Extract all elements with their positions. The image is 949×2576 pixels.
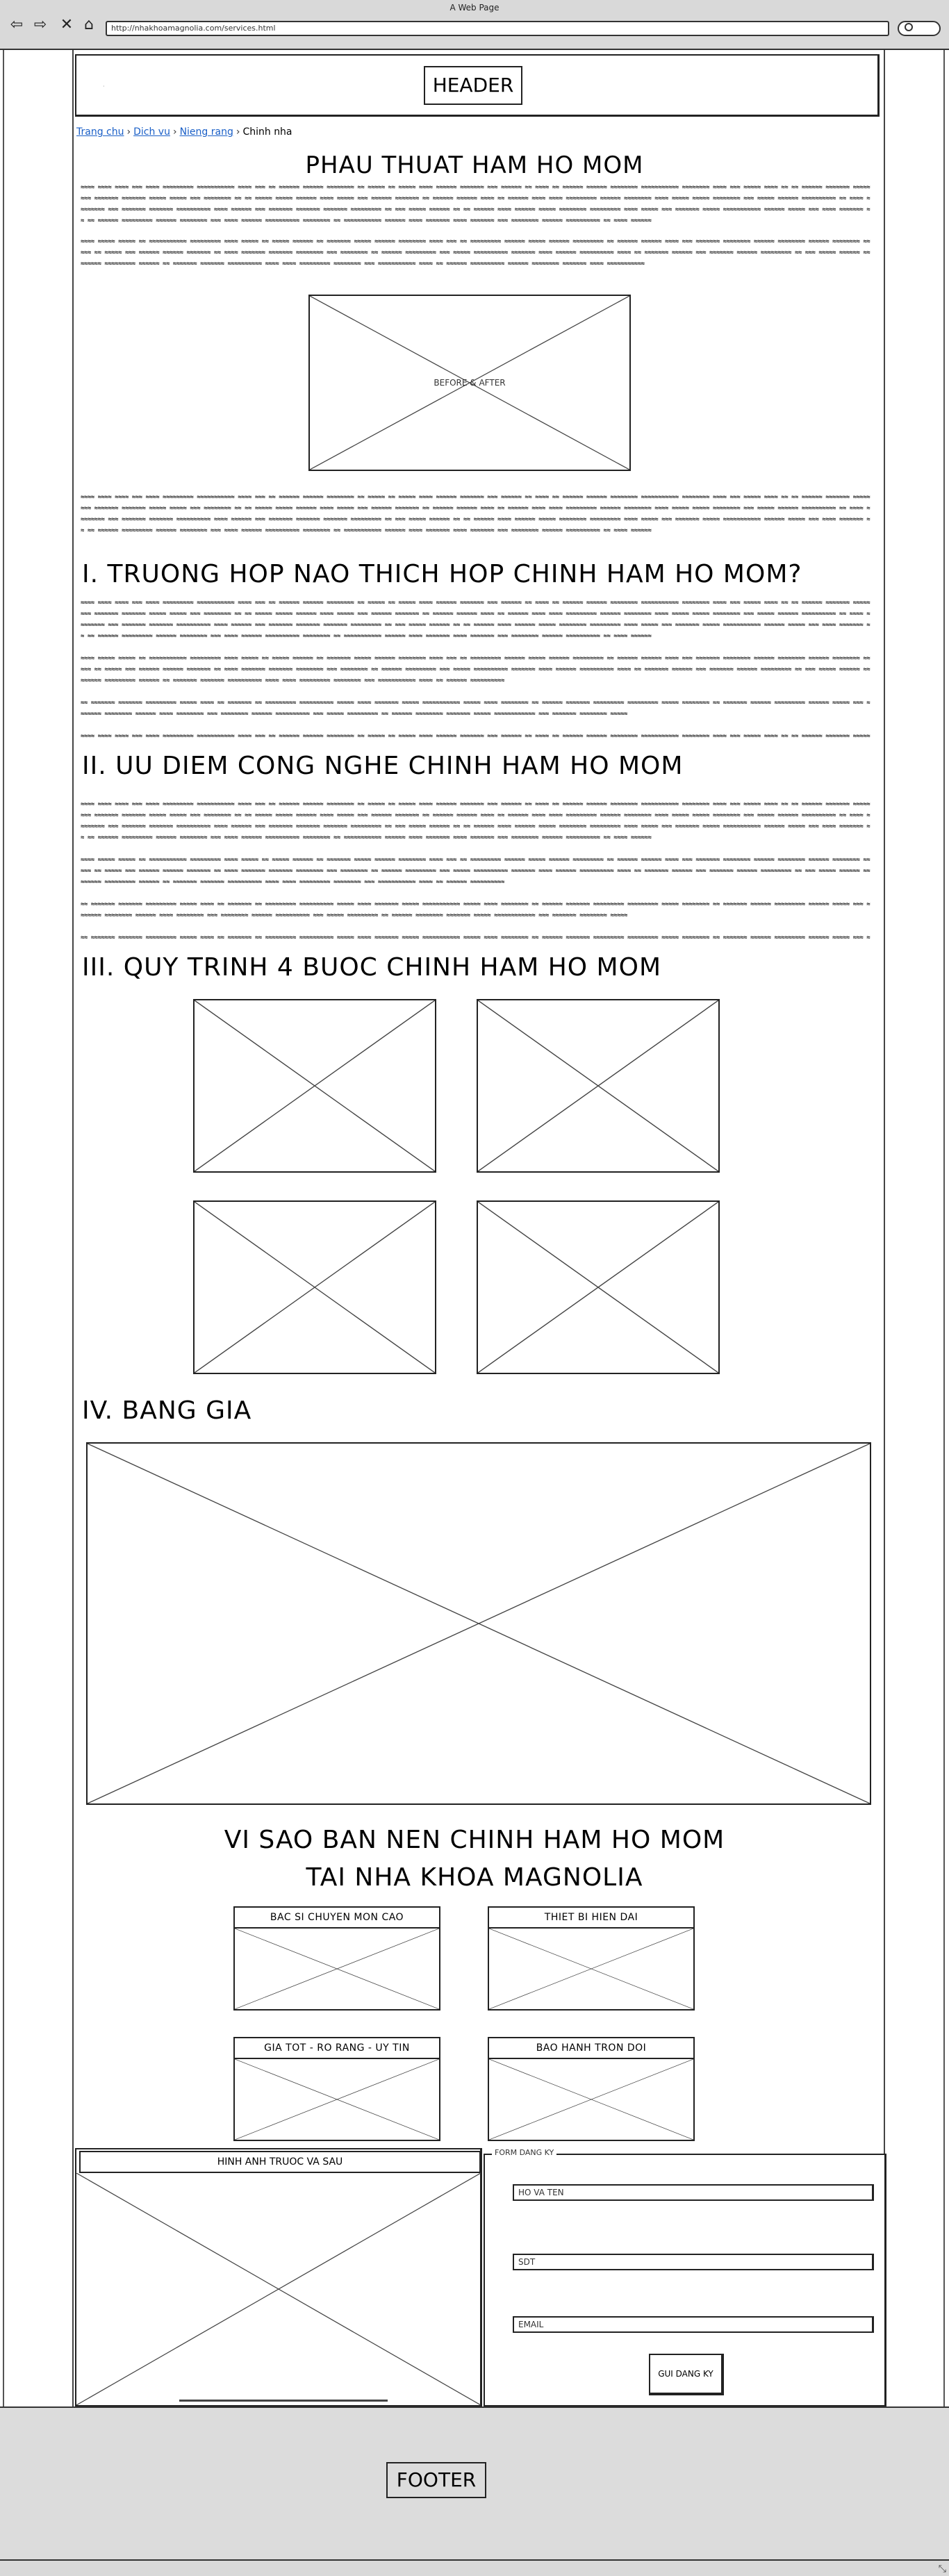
section-title-advantages: II. UU DIEM CONG NGHE CHINH HAM HO MOM: [82, 752, 684, 780]
placeholder-cross-icon: [76, 2173, 481, 2405]
process-step-image: [193, 1200, 436, 1374]
placeholder-cross-icon: [195, 1000, 435, 1171]
paragraph: ≈≈ ≈≈≈≈≈≈≈ ≈≈≈≈≈≈≈ ≈≈≈≈≈≈≈≈≈ ≈≈≈≈≈ ≈≈≈≈ …: [81, 901, 870, 919]
breadcrumb-current: Chinh nha: [242, 126, 292, 138]
form-legend: FORM DANG KY: [492, 2148, 557, 2157]
placeholder-cross-icon: [489, 1929, 693, 2009]
before-after-gallery[interactable]: HINH ANH TRUOC VA SAU: [75, 2148, 482, 2406]
placeholder-cross-icon: [478, 1000, 718, 1171]
reason-card-title: BAO HANH TRON DOI: [488, 2037, 695, 2059]
paragraph: ≈≈≈≈ ≈≈≈≈≈ ≈≈≈≈≈ ≈≈ ≈≈≈≈≈≈≈≈≈≈≈ ≈≈≈≈≈≈≈≈…: [81, 655, 870, 684]
email-field[interactable]: EMAIL: [513, 2316, 874, 2333]
page-border-left: [3, 50, 4, 2406]
breadcrumb: Trang chu › Dich vu › Nieng rang › Chinh nha: [76, 126, 292, 138]
header-label: HEADER: [424, 66, 522, 105]
reason-card: BAO HANH TRON DOI: [488, 2037, 695, 2141]
gallery-title: HINH ANH TRUOC VA SAU: [79, 2151, 481, 2173]
price-table-image: [86, 1442, 871, 1805]
paragraph: ≈≈≈≈ ≈≈≈≈≈ ≈≈≈≈≈ ≈≈ ≈≈≈≈≈≈≈≈≈≈≈ ≈≈≈≈≈≈≈≈…: [81, 857, 870, 886]
forward-arrow-icon[interactable]: ⇨: [32, 17, 49, 33]
paragraph: ≈≈≈≈ ≈≈≈≈≈ ≈≈≈≈≈ ≈≈ ≈≈≈≈≈≈≈≈≈≈≈ ≈≈≈≈≈≈≈≈…: [81, 238, 870, 267]
reason-card-title: THIET BI HIEN DAI: [488, 1906, 695, 1929]
section-title-process: III. QUY TRINH 4 BUOC CHINH HAM HO MOM: [82, 953, 662, 982]
phone-field[interactable]: SDT: [513, 2254, 874, 2270]
back-arrow-icon[interactable]: ⇦: [8, 17, 25, 33]
search-icon: [905, 23, 913, 31]
logo-placeholder: ·: [103, 83, 105, 90]
paragraph: ≈≈≈≈ ≈≈≈≈ ≈≈≈≈ ≈≈≈ ≈≈≈≈ ≈≈≈≈≈≈≈≈≈ ≈≈≈≈≈≈…: [81, 733, 870, 740]
name-field[interactable]: HO VA TEN: [513, 2184, 874, 2201]
breadcrumb-services[interactable]: Dich vu: [133, 126, 170, 138]
process-step-image: [193, 999, 436, 1173]
placeholder-cross-icon: [478, 1202, 718, 1373]
page-title: PHAU THUAT HAM HO MOM: [305, 151, 644, 179]
home-icon[interactable]: ⌂: [81, 17, 97, 33]
placeholder-cross-icon: [195, 1202, 435, 1373]
reason-card: BAC SI CHUYEN MON CAO: [233, 1906, 440, 2011]
placeholder-cross-icon: [235, 1929, 439, 2009]
submit-button[interactable]: GUI DANG KY: [649, 2354, 724, 2395]
url-bar[interactable]: http://nhakhoamagnolia.com/services.html: [106, 21, 889, 36]
process-step-image: [477, 999, 720, 1173]
section-title-pricing: IV. BANG GIA: [82, 1396, 252, 1425]
browser-search-box[interactable]: [898, 21, 941, 36]
paragraph: ≈≈ ≈≈≈≈≈≈≈ ≈≈≈≈≈≈≈ ≈≈≈≈≈≈≈≈≈ ≈≈≈≈≈ ≈≈≈≈ …: [81, 700, 870, 718]
why-title-line1: VI SAO BAN NEN CHINH HAM HO MOM: [224, 1826, 725, 1854]
paragraph: ≈≈ ≈≈≈≈≈≈≈ ≈≈≈≈≈≈≈ ≈≈≈≈≈≈≈≈≈ ≈≈≈≈≈ ≈≈≈≈ …: [81, 934, 870, 941]
close-icon[interactable]: ✕: [58, 17, 75, 33]
reason-card: THIET BI HIEN DAI: [488, 1906, 695, 2011]
footer-label: FOOTER: [386, 2462, 486, 2498]
paragraph: ≈≈≈≈ ≈≈≈≈ ≈≈≈≈ ≈≈≈ ≈≈≈≈ ≈≈≈≈≈≈≈≈≈ ≈≈≈≈≈≈…: [81, 494, 870, 534]
placeholder-cross-icon: [489, 2059, 693, 2140]
breadcrumb-braces[interactable]: Nieng rang: [180, 126, 233, 138]
reason-card: GIA TOT - RO RANG - UY TIN: [233, 2037, 440, 2141]
status-bar: ⤡: [0, 2559, 949, 2576]
reason-card-title: BAC SI CHUYEN MON CAO: [233, 1906, 440, 1929]
placeholder-cross-icon: [235, 2059, 439, 2140]
section-title-cases: I. TRUONG HOP NAO THICH HOP CHINH HAM HO…: [82, 560, 802, 588]
placeholder-cross-icon: [88, 1444, 870, 1803]
breadcrumb-separator: ›: [126, 126, 131, 138]
paragraph: ≈≈≈≈ ≈≈≈≈ ≈≈≈≈ ≈≈≈ ≈≈≈≈ ≈≈≈≈≈≈≈≈≈ ≈≈≈≈≈≈…: [81, 184, 870, 224]
reason-card-title: GIA TOT - RO RANG - UY TIN: [233, 2037, 440, 2059]
process-step-image: [477, 1200, 720, 1374]
browser-chrome: A Web Page ⇦ ⇨ ✕ ⌂ http://nhakhoamagnoli…: [0, 0, 949, 50]
why-title-line2: TAI NHA KHOA MAGNOLIA: [306, 1863, 643, 1892]
page-border-right: [943, 50, 945, 2406]
paragraph: ≈≈≈≈ ≈≈≈≈ ≈≈≈≈ ≈≈≈ ≈≈≈≈ ≈≈≈≈≈≈≈≈≈ ≈≈≈≈≈≈…: [81, 801, 870, 841]
window-title: A Web Page: [449, 3, 500, 13]
breadcrumb-home[interactable]: Trang chu: [76, 126, 124, 138]
breadcrumb-separator: ›: [236, 126, 240, 138]
before-after-label: BEFORE & AFTER: [434, 378, 506, 388]
gallery-slider-bar[interactable]: [179, 2400, 388, 2402]
resize-grip-icon[interactable]: ⤡: [939, 2563, 946, 2575]
breadcrumb-separator: ›: [172, 126, 177, 138]
before-after-image: BEFORE & AFTER: [308, 295, 631, 471]
registration-form: FORM DANG KY HO VA TEN SDT EMAIL GUI DAN…: [484, 2148, 886, 2406]
paragraph: ≈≈≈≈ ≈≈≈≈ ≈≈≈≈ ≈≈≈ ≈≈≈≈ ≈≈≈≈≈≈≈≈≈ ≈≈≈≈≈≈…: [81, 600, 870, 640]
